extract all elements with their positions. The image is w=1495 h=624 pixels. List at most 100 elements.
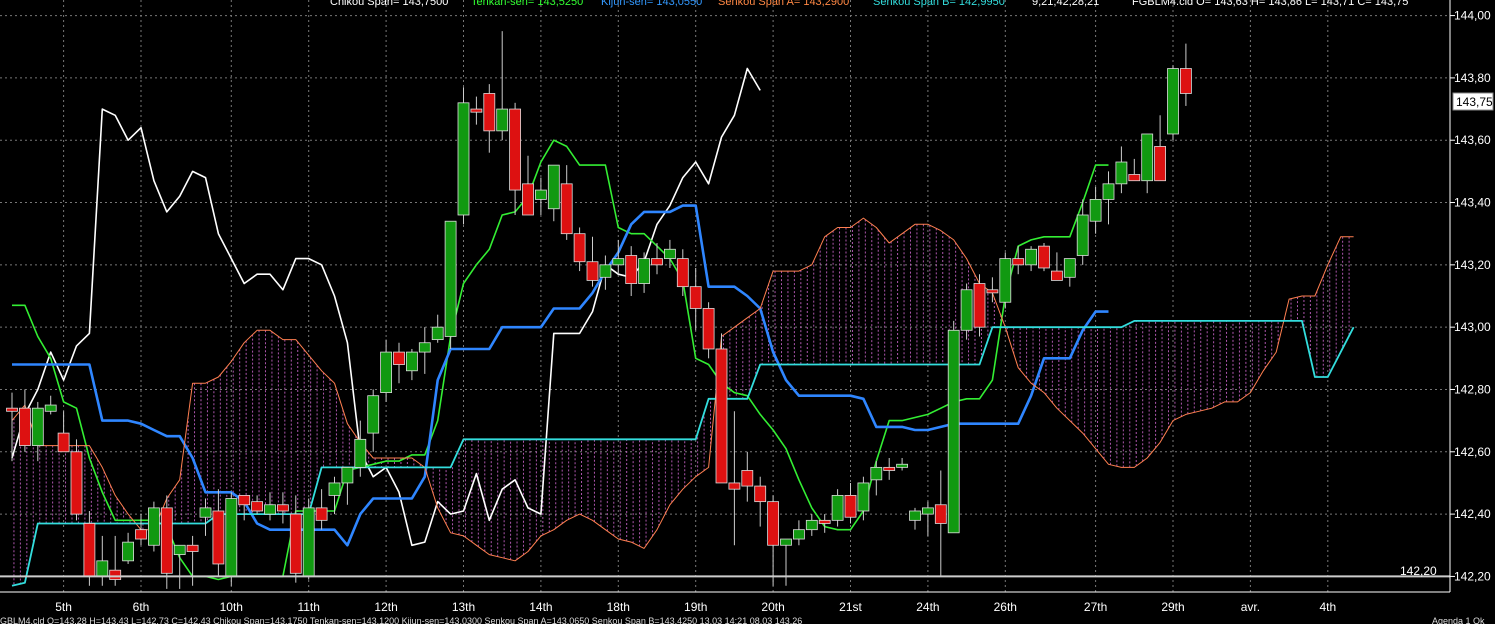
candle-body bbox=[638, 258, 650, 284]
candle-body bbox=[199, 507, 212, 518]
candle-body bbox=[135, 529, 147, 540]
candle-body bbox=[418, 342, 431, 353]
candle-body bbox=[535, 189, 547, 200]
candle-body bbox=[57, 432, 70, 453]
candle-body bbox=[186, 544, 199, 552]
candle-body bbox=[741, 470, 754, 487]
candle-up bbox=[947, 320, 960, 534]
legend-tenkan-sen: Tenkan-sen= 143,5250 bbox=[471, 0, 583, 8]
legend-settings: 9;21;42;28;21 bbox=[1032, 0, 1099, 8]
candle-body bbox=[251, 501, 264, 512]
candle-body bbox=[599, 264, 612, 278]
candle-body bbox=[689, 286, 702, 309]
candle-body bbox=[264, 504, 276, 515]
y-tick-label: 142,80 bbox=[1454, 382, 1491, 396]
candle-body bbox=[483, 93, 496, 132]
y-tick-label: 142,20 bbox=[1454, 569, 1491, 583]
candle-body bbox=[160, 507, 173, 574]
candle-body bbox=[44, 404, 57, 412]
candle-body bbox=[676, 258, 689, 288]
candle-body bbox=[560, 183, 573, 235]
candle-body bbox=[225, 498, 238, 577]
x-tick-label: 29th bbox=[1161, 600, 1184, 614]
candle-body bbox=[341, 466, 354, 484]
x-tick-label: 20th bbox=[761, 600, 784, 614]
y-tick-label: 144,00 bbox=[1454, 9, 1491, 23]
candle-body bbox=[122, 541, 134, 562]
candle-body bbox=[947, 329, 960, 534]
candle-body bbox=[1025, 248, 1037, 266]
candle-body bbox=[1154, 146, 1166, 182]
candle-body bbox=[573, 233, 586, 263]
reference-line-label: 142,20 bbox=[1400, 564, 1437, 578]
candle-body bbox=[289, 513, 302, 574]
candle-body bbox=[780, 538, 792, 546]
footer-right: Agenda 1 Ok bbox=[1432, 616, 1485, 624]
candle-up bbox=[225, 492, 238, 586]
candle-body bbox=[31, 407, 44, 446]
candle-body bbox=[173, 544, 186, 556]
legend-senkou-span-b: Senkou Span B= 142,9950 bbox=[873, 0, 1005, 8]
candle-body bbox=[405, 351, 418, 372]
candle-up bbox=[1167, 65, 1179, 141]
candle-body bbox=[960, 289, 973, 331]
candle-body bbox=[147, 507, 160, 546]
y-tick-label: 143,20 bbox=[1454, 258, 1491, 272]
legend-chikou-span: Chikou Span= 143,7500 bbox=[330, 0, 448, 8]
candle-body bbox=[754, 485, 767, 503]
x-tick-label: 5th bbox=[55, 600, 72, 614]
candle-body bbox=[276, 504, 289, 512]
candle-body bbox=[651, 258, 663, 266]
candle-body bbox=[922, 507, 934, 515]
candle-body bbox=[1063, 258, 1076, 278]
current-price-marker: 143,75 bbox=[1452, 92, 1494, 111]
candle-body bbox=[1076, 214, 1089, 256]
candle-body bbox=[831, 495, 844, 521]
candle-body bbox=[973, 283, 986, 328]
candle-body bbox=[1038, 245, 1050, 269]
candle-body bbox=[1089, 199, 1102, 222]
candle-body bbox=[302, 507, 315, 577]
candle-body bbox=[1141, 133, 1154, 182]
candle-body bbox=[934, 504, 947, 524]
candle-up bbox=[444, 220, 457, 349]
candle-body bbox=[728, 482, 741, 490]
candle-body bbox=[883, 466, 896, 471]
x-tick-label: 24th bbox=[916, 600, 939, 614]
legend-kijun-sen: Kijun-sen= 143,0550 bbox=[601, 0, 702, 8]
y-tick-label: 143,40 bbox=[1454, 196, 1491, 210]
candle-body bbox=[909, 510, 921, 521]
candle-body bbox=[212, 510, 225, 565]
x-tick-label: 11th bbox=[297, 600, 319, 614]
candle-body bbox=[444, 220, 457, 337]
y-tick-label: 142,60 bbox=[1454, 445, 1491, 459]
footer-status: GBLM4.cld O=143,28 H=143,43 L=142,73 C=1… bbox=[0, 616, 802, 624]
candle-body bbox=[715, 348, 728, 484]
ichimoku-chart[interactable]: 144,00 143,80 143,60 143,40 143,20 143,00 142,… bbox=[0, 0, 1495, 624]
y-tick-label: 143,80 bbox=[1454, 71, 1491, 85]
x-tick-label: 14th bbox=[529, 600, 552, 614]
candle-down bbox=[70, 439, 83, 521]
candle-down bbox=[1038, 243, 1050, 272]
candle-down bbox=[715, 333, 728, 484]
x-tick-label: 6th bbox=[133, 600, 150, 614]
x-tick-label: 4th bbox=[1319, 600, 1336, 614]
candle-body bbox=[380, 351, 393, 393]
candle-body bbox=[612, 258, 625, 266]
candle-body bbox=[702, 308, 715, 350]
candle-body bbox=[767, 501, 779, 546]
x-tick-label: 18th bbox=[607, 600, 630, 614]
candle-body bbox=[1167, 68, 1179, 135]
candle-body bbox=[870, 466, 883, 481]
legend-ohlc: FGBLM4.cld O= 143,63 H= 143,86 L= 143,71… bbox=[1132, 0, 1408, 8]
candle-body bbox=[664, 248, 676, 260]
candle-body bbox=[805, 519, 818, 531]
candle-body bbox=[1051, 270, 1063, 281]
candle-body bbox=[457, 102, 470, 216]
y-tick-label: 143,60 bbox=[1454, 133, 1491, 147]
y-tick-label: 143,00 bbox=[1454, 320, 1491, 334]
candle-body bbox=[367, 395, 380, 434]
candle-body bbox=[393, 351, 405, 365]
x-tick-label: 21st bbox=[839, 600, 862, 614]
candle-body bbox=[896, 463, 908, 468]
